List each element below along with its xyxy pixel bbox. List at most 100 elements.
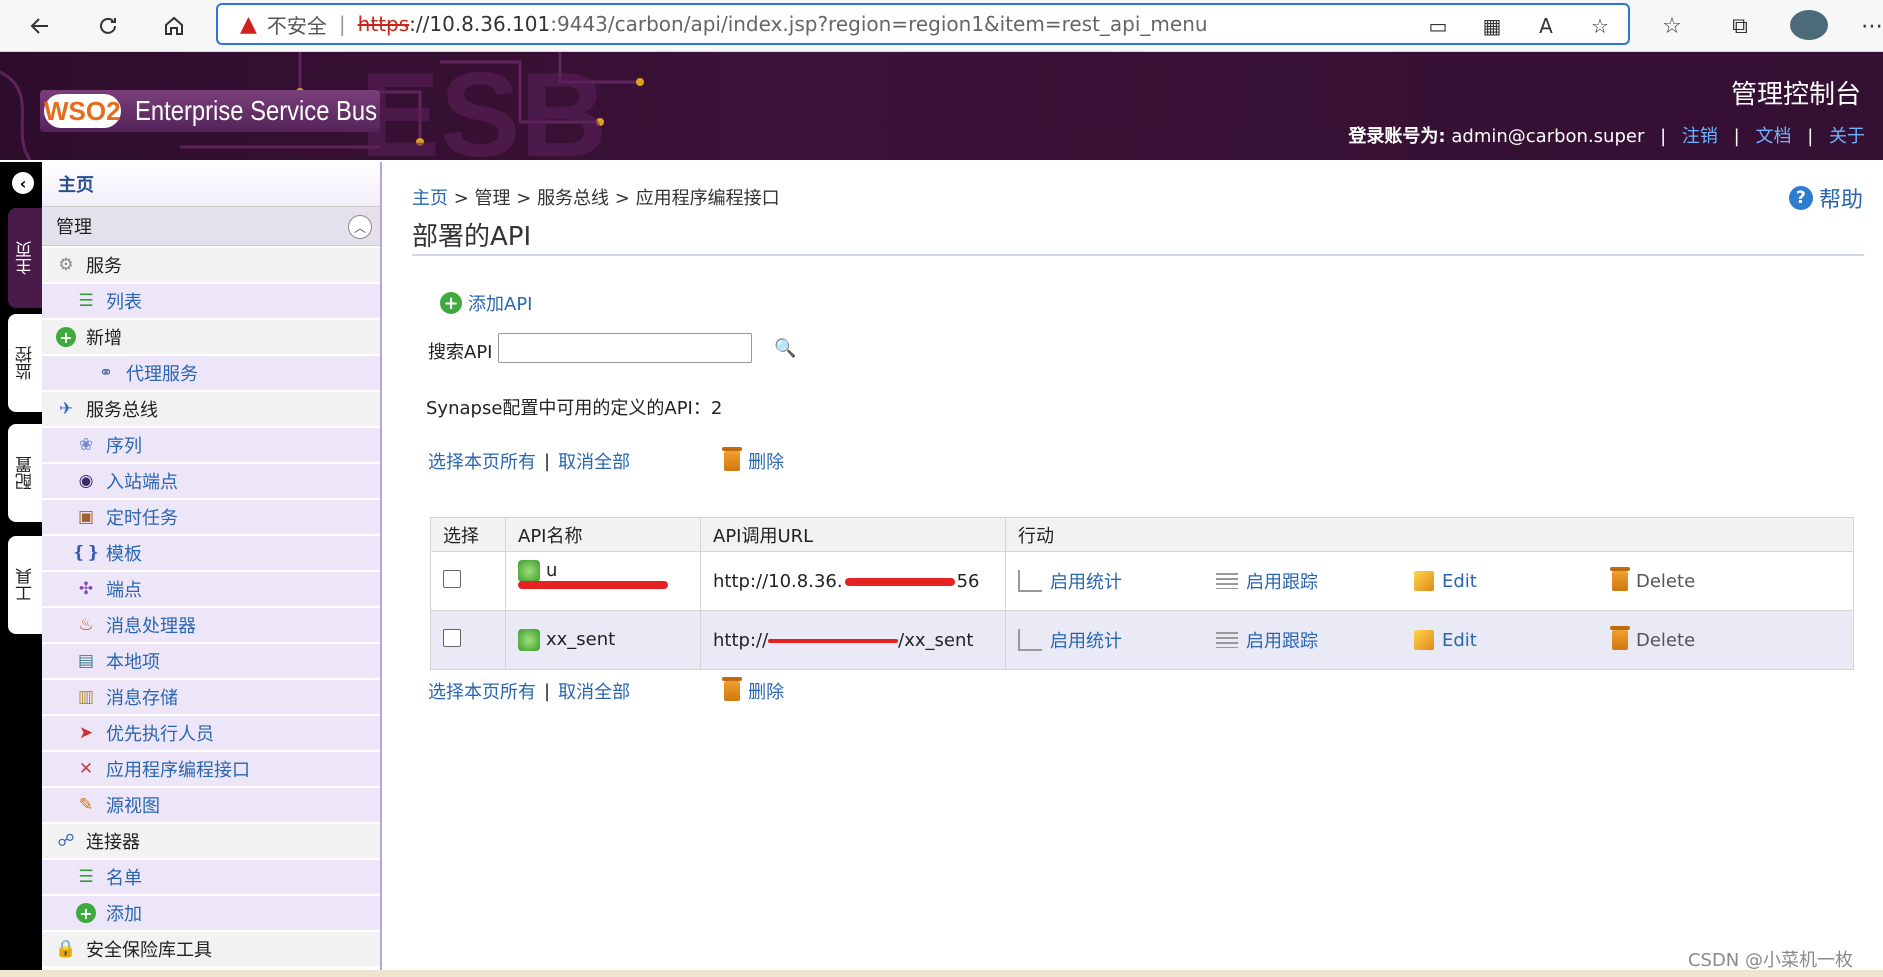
collapse-section-icon[interactable]: ︿ <box>348 215 372 239</box>
login-user: admin@carbon.super <box>1451 126 1645 147</box>
enable-statistics-button[interactable]: 启用统计 <box>1018 568 1216 594</box>
api-table: 选择 API名称 API调用URL 行动 u http://10.8.36. 56… <box>430 517 1854 670</box>
enable-statistics-button[interactable]: 启用统计 <box>1018 627 1216 653</box>
menu-home[interactable]: 主页 <box>42 162 380 206</box>
sidebar-item-6[interactable]: ❀ 序列 <box>42 428 380 463</box>
sidebar-item-14[interactable]: ➤ 优先执行人员 <box>42 716 380 751</box>
row-checkbox[interactable] <box>443 569 461 588</box>
tab-tools[interactable]: 工具 <box>8 536 42 634</box>
sidebar-item-20[interactable]: 🔒 安全保险库工具 <box>42 932 380 967</box>
sidebar-item-19[interactable]: + 添加 <box>42 896 380 931</box>
sidebar-item-15[interactable]: ✕ 应用程序编程接口 <box>42 752 380 787</box>
home-icon[interactable] <box>156 8 192 44</box>
select-all-link[interactable]: 选择本页所有 <box>428 448 536 474</box>
enable-tracing-button[interactable]: 启用跟踪 <box>1216 627 1414 653</box>
app-available-icon[interactable]: ▭ <box>1424 13 1452 39</box>
deselect-all-link[interactable]: 取消全部 <box>558 678 630 704</box>
sidebar-item-18[interactable]: ☰ 名单 <box>42 860 380 895</box>
sidebar-item-label: 消息存储 <box>106 688 178 709</box>
docs-link[interactable]: 文档 <box>1755 126 1791 147</box>
collapse-menu-icon[interactable]: ‹ <box>12 172 34 194</box>
enable-tracing-button[interactable]: 启用跟踪 <box>1216 568 1414 594</box>
page-title: 部署的API <box>412 222 532 252</box>
add-api-button[interactable]: + 添加API <box>440 290 532 316</box>
breadcrumb-api: 应用程序编程接口 <box>635 188 780 209</box>
sidebar-item-4[interactable]: ⚭ 代理服务 <box>42 356 380 391</box>
about-link[interactable]: 关于 <box>1829 126 1865 147</box>
add-icon: + <box>74 902 98 924</box>
sidebar-item-8[interactable]: ▣ 定时任务 <box>42 500 380 535</box>
sidebar-item-label: 连接器 <box>86 832 140 853</box>
insecure-label: 不安全 <box>266 13 327 38</box>
collections-icon[interactable]: ⧉ <box>1724 10 1756 42</box>
tab-monitor[interactable]: 监控 <box>8 314 42 412</box>
deselect-all-link[interactable]: 取消全部 <box>558 448 630 474</box>
profile-avatar[interactable] <box>1790 10 1828 40</box>
sidebar-item-11[interactable]: ♨ 消息处理器 <box>42 608 380 643</box>
sidebar-item-label: 名单 <box>106 868 142 889</box>
refresh-icon[interactable] <box>90 8 126 44</box>
delete-button[interactable]: Delete <box>1610 626 1695 651</box>
sidebar-item-9[interactable]: ❴❵ 模板 <box>42 536 380 571</box>
qr-code-icon[interactable]: ▦ <box>1478 13 1506 39</box>
api-count-text: Synapse配置中可用的定义的API：2 <box>426 398 723 419</box>
api-url: http://10.8.36. <box>713 570 843 592</box>
login-label: 登录账号为: <box>1348 126 1446 147</box>
logout-link[interactable]: 注销 <box>1682 126 1718 147</box>
edit-button[interactable]: Edit <box>1414 630 1612 651</box>
delete-selected-button[interactable]: 删除 <box>722 677 784 704</box>
tab-home[interactable]: 主页 <box>8 208 42 308</box>
row-checkbox[interactable] <box>443 628 461 647</box>
row-actions: 启用统计 启用跟踪 Edit Delete <box>1018 626 1841 653</box>
api-url: http:// <box>713 629 769 651</box>
sidebar-item-label: 优先执行人员 <box>106 724 214 745</box>
delete-selected-button[interactable]: 删除 <box>722 447 784 474</box>
inbound-icon: ◉ <box>78 471 94 491</box>
delete-button[interactable]: Delete <box>1610 567 1695 592</box>
sidebar-item-label: 消息处理器 <box>106 616 196 637</box>
sidebar-item-5[interactable]: ✈ 服务总线 <box>42 392 380 427</box>
edit-button[interactable]: Edit <box>1414 571 1612 592</box>
statistics-icon <box>1018 570 1042 592</box>
api-name: u <box>546 559 558 581</box>
col-api-name: API名称 <box>505 517 701 552</box>
url-protocol: https <box>357 12 410 36</box>
sidebar-item-1[interactable]: ⚙ 服务 <box>42 248 380 283</box>
endpoint-icon: ✣ <box>78 579 94 599</box>
sidebar-item-10[interactable]: ✣ 端点 <box>42 572 380 607</box>
more-icon[interactable]: ⋯ <box>1856 10 1883 42</box>
sidebar-item-7[interactable]: ◉ 入站端点 <box>42 464 380 499</box>
user-info-bar: 登录账号为: admin@carbon.super | 注销 | 文档 | 关于 <box>1348 126 1865 147</box>
menu-manage-header[interactable]: 管理 ︿ <box>42 206 380 246</box>
wso2-logo[interactable]: WSO2 Enterprise Service Bus <box>40 90 380 132</box>
help-link[interactable]: ? 帮助 <box>1788 182 1863 214</box>
watermark: CSDN @小菜机一枚 <box>1687 950 1853 971</box>
edit-icon <box>1414 571 1434 591</box>
svg-text:ESB: ESB <box>360 52 607 160</box>
sidebar-item-3[interactable]: + 新增 <box>42 320 380 355</box>
processor-icon: ♨ <box>78 615 94 635</box>
console-title: 管理控制台 <box>1730 80 1861 110</box>
trash-icon <box>1610 567 1630 591</box>
sidebar-item-2[interactable]: ☰ 列表 <box>42 284 380 319</box>
add-favorite-icon[interactable]: ☆ <box>1586 13 1614 39</box>
sidebar-item-label: 源视图 <box>106 796 160 817</box>
sidebar-item-12[interactable]: ▤ 本地项 <box>42 644 380 679</box>
proxy-icon: ⚭ <box>98 363 114 383</box>
tracing-icon <box>1216 573 1238 589</box>
sidebar-item-13[interactable]: ▥ 消息存储 <box>42 680 380 715</box>
back-icon[interactable] <box>22 8 58 44</box>
favorites-icon[interactable]: ☆ <box>1656 10 1688 42</box>
sidebar-item-16[interactable]: ✎ 源视图 <box>42 788 380 823</box>
col-api-url: API调用URL <box>700 517 1006 552</box>
breadcrumb-home[interactable]: 主页 <box>412 188 448 209</box>
select-all-link[interactable]: 选择本页所有 <box>428 678 536 704</box>
sidebar-item-label: 安全保险库工具 <box>86 940 212 961</box>
sidebar-item-17[interactable]: ☍ 连接器 <box>42 824 380 859</box>
read-aloud-icon[interactable]: A <box>1532 13 1560 39</box>
breadcrumb-manage: 管理 <box>474 188 511 209</box>
address-bar[interactable]: ▲ 不安全 | https ://10.8.36.101 :9443/carbo… <box>216 3 1630 45</box>
search-api-input[interactable] <box>498 333 752 363</box>
tab-configure[interactable]: 配置 <box>8 424 42 522</box>
search-icon[interactable]: 🔍 <box>774 338 796 359</box>
